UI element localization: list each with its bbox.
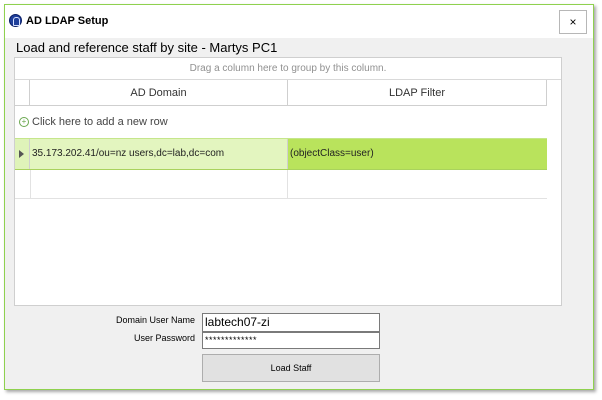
column-header-ldap-filter[interactable]: LDAP Filter bbox=[288, 80, 547, 106]
close-icon: × bbox=[569, 15, 577, 29]
user-password-input[interactable]: ************* bbox=[202, 332, 380, 349]
load-staff-button[interactable]: Load Staff bbox=[202, 354, 380, 382]
empty-table-row[interactable] bbox=[15, 170, 547, 199]
add-row-icon: + bbox=[19, 117, 29, 127]
close-button[interactable]: × bbox=[559, 10, 587, 34]
add-new-row[interactable]: + Click here to add a new row bbox=[15, 106, 561, 138]
cell-ldap-filter[interactable]: (objectClass=user) bbox=[288, 139, 547, 169]
title-bar: AD LDAP Setup × bbox=[5, 5, 593, 38]
column-header-ad-domain[interactable]: AD Domain bbox=[30, 80, 288, 106]
empty-row-indicator bbox=[15, 170, 31, 198]
user-password-label: User Password bbox=[133, 333, 195, 343]
domain-user-name-label: Domain User Name bbox=[115, 315, 195, 325]
window-title: AD LDAP Setup bbox=[26, 15, 109, 27]
domain-user-name-input[interactable]: labtech07-zi bbox=[202, 313, 380, 332]
add-new-row-label: Click here to add a new row bbox=[32, 116, 168, 128]
row-indicator-arrow-icon bbox=[19, 150, 24, 158]
row-indicator-header bbox=[15, 80, 30, 106]
page-title: Load and reference staff by site - Marty… bbox=[16, 40, 278, 55]
app-icon bbox=[9, 14, 22, 27]
cell-ad-domain[interactable]: 35.173.202.41/ou=nz users,dc=lab,dc=com bbox=[30, 139, 288, 169]
empty-cell-ad-domain[interactable] bbox=[30, 170, 288, 198]
row-indicator[interactable] bbox=[15, 139, 30, 169]
ldap-grid: Drag a column here to group by this colu… bbox=[14, 57, 562, 306]
group-by-panel[interactable]: Drag a column here to group by this colu… bbox=[15, 58, 561, 80]
table-row[interactable]: 35.173.202.41/ou=nz users,dc=lab,dc=com … bbox=[15, 138, 547, 170]
